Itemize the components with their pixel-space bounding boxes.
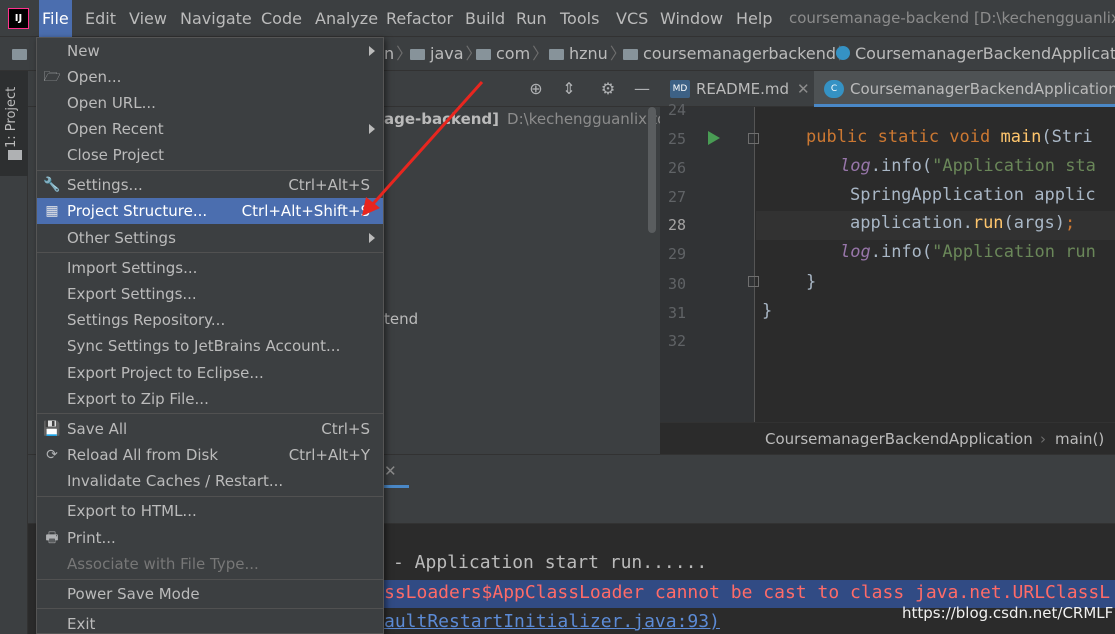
- annotation-arrow-overlay: [362, 81, 484, 216]
- annotation-arrow-line: [370, 81, 484, 206]
